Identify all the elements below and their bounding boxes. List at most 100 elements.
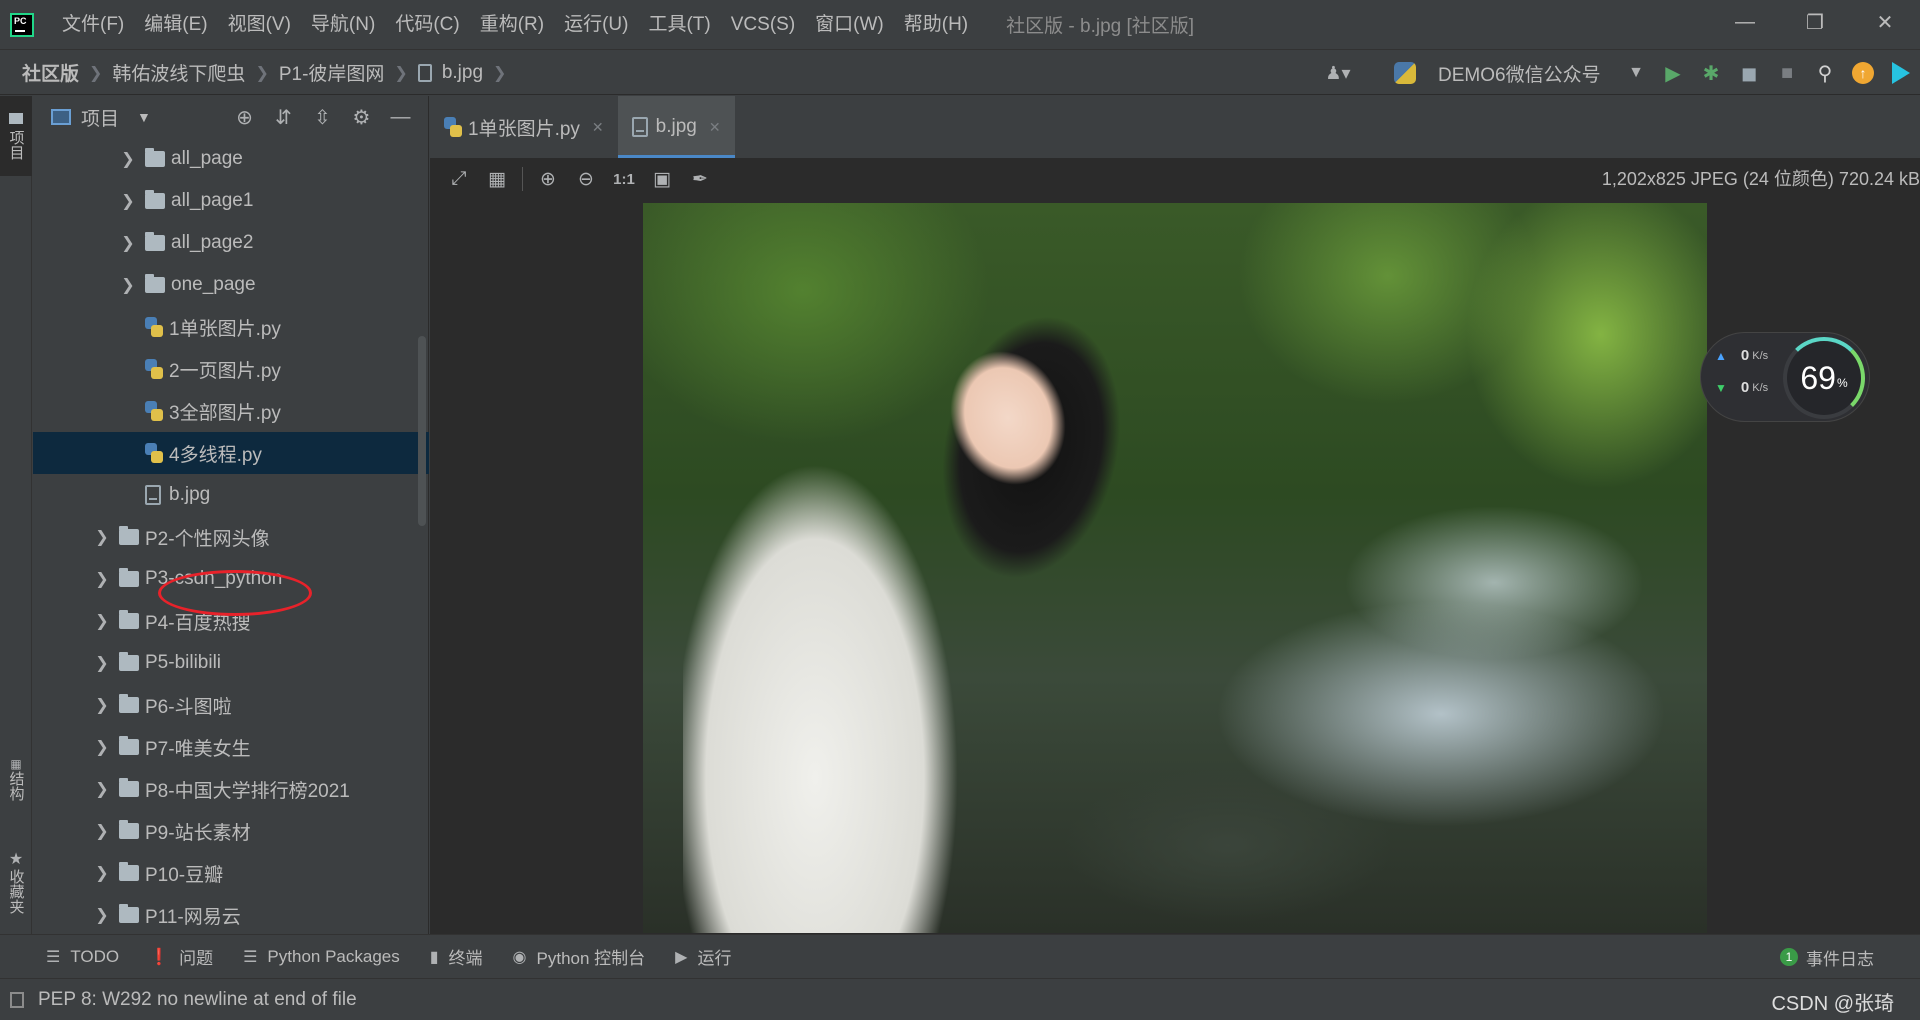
chevron-right-icon[interactable]: ❯ [95,695,109,715]
expand-all-button[interactable]: ⇵ [264,105,303,130]
python-packages-tool-button[interactable]: ☰ Python Packages [243,947,400,967]
zoom-out-button[interactable]: ⊖ [567,168,605,191]
locate-file-button[interactable]: ⊕ [225,105,264,130]
tree-folder-p8[interactable]: ❯ P8-中国大学排行榜2021 [33,768,429,810]
terminal-tool-button[interactable]: ▮ 终端 [430,944,483,969]
stop-button[interactable]: ■ [1768,54,1806,92]
tree-file-b-jpg[interactable]: b.jpg [33,474,429,516]
tree-folder-one-page[interactable]: ❯ one_page [33,264,429,306]
close-icon[interactable]: ✕ [592,119,604,136]
minimize-button[interactable]: — [1710,0,1780,44]
status-message[interactable]: PEP 8: W292 no newline at end of file [38,989,357,1011]
toggle-tool-windows-icon[interactable] [10,991,24,1008]
tree-folder-p7[interactable]: ❯ P7-唯美女生 [33,726,429,768]
jetbrains-toolbox-button[interactable] [1882,54,1920,92]
navigation-bar: 社区版 ❯ 韩佑波线下爬虫 ❯ P1-彼岸图网 ❯ b.jpg ❯ ♟▾ DEM… [0,51,1920,95]
minimize-icon: — [1735,10,1755,33]
tree-folder-p5[interactable]: ❯ P5-bilibili [33,642,429,684]
network-speed-widget[interactable]: ▲ 0 K/s ▼ 0 K/s 69 % [1700,332,1870,422]
toggle-grid-button[interactable]: ▦ [478,168,516,191]
menu-help[interactable]: 帮助(H) [894,0,978,50]
chevron-right-icon[interactable]: ❯ [95,821,109,841]
folder-icon [119,862,139,881]
upload-speed: ▲ 0 K/s [1715,347,1768,364]
fit-zoom-button[interactable]: ▣ [643,168,681,191]
tree-file-3[interactable]: 3全部图片.py [33,390,429,432]
chevron-right-icon[interactable]: ❯ [121,191,135,211]
chevron-right-icon[interactable]: ❯ [121,275,135,295]
panel-settings-button[interactable]: ⚙ [342,105,381,130]
tree-folder-all-page[interactable]: ❯ all_page [33,138,429,180]
caret-down-icon[interactable]: ▼ [137,109,151,125]
menu-window[interactable]: 窗口(W) [805,0,894,50]
usage-gauge: 69 % [1783,337,1865,419]
menu-vcs[interactable]: VCS(S) [721,0,805,50]
search-everywhere-button[interactable]: ⚲ [1806,54,1844,92]
tree-file-2[interactable]: 2一页图片.py [33,348,429,390]
menu-run[interactable]: 运行(U) [554,0,638,50]
menu-edit[interactable]: 编辑(E) [134,0,217,50]
collapse-all-button[interactable]: ⇳ [303,105,342,130]
tree-folder-p6[interactable]: ❯ P6-斗图啦 [33,684,429,726]
chevron-right-icon[interactable]: ❯ [95,569,109,589]
menu-code[interactable]: 代码(C) [385,0,469,50]
menu-navigate[interactable]: 导航(N) [301,0,385,50]
menu-file[interactable]: 文件(F) [52,0,134,50]
tree-folder-p10[interactable]: ❯ P10-豆瓣 [33,852,429,894]
chevron-right-icon[interactable]: ❯ [95,863,109,883]
chevron-right-icon[interactable]: ❯ [95,905,109,925]
breadcrumb-project[interactable]: 社区版 [22,59,79,86]
coverage-button[interactable]: ◼ [1730,54,1768,92]
hide-panel-button[interactable]: — [381,106,420,129]
tree-folder-p9[interactable]: ❯ P9-站长素材 [33,810,429,852]
restore-button[interactable]: ❐ [1780,0,1850,44]
breadcrumb-folder[interactable]: 韩佑波线下爬虫 [112,59,245,86]
run-button[interactable]: ▶ [1654,54,1692,92]
run-tool-button[interactable]: ▶ 运行 [675,944,731,969]
tree-file-1[interactable]: 1单张图片.py [33,306,429,348]
debug-button[interactable]: ✱ [1692,54,1730,92]
account-button[interactable]: ♟▾ [1318,58,1358,88]
menu-tools[interactable]: 工具(T) [638,0,720,50]
tree-folder-all-page1[interactable]: ❯ all_page1 [33,180,429,222]
chevron-right-icon[interactable]: ❯ [95,653,109,673]
fit-to-window-button[interactable]: ⤢ [440,168,478,190]
chevron-right-icon[interactable]: ❯ [95,611,109,631]
chevron-right-icon[interactable]: ❯ [121,149,135,169]
tab-b-jpg[interactable]: b.jpg ✕ [617,96,735,158]
chevron-right-icon[interactable]: ❯ [95,527,109,547]
project-tool-tab[interactable]: 项目 [0,96,32,176]
structure-tool-tab[interactable]: ▦ 结构 [0,744,32,814]
tab-1-single-image[interactable]: 1单张图片.py ✕ [430,96,618,158]
zoom-in-button[interactable]: ⊕ [529,168,567,191]
chevron-right-icon[interactable]: ❯ [95,779,109,799]
download-speed: ▼ 0 K/s [1715,379,1768,396]
project-panel-title[interactable]: 项目 [81,104,119,131]
event-log-button[interactable]: 1 事件日志 [1780,935,1874,979]
layers-icon: ☰ [243,948,258,966]
run-configuration-select[interactable]: DEMO6微信公众号 ▼ [1384,56,1654,90]
actual-size-button[interactable]: 1:1 [605,171,643,188]
chevron-right-icon: ❯ [394,64,408,82]
breadcrumb-file[interactable]: b.jpg [442,62,483,84]
chevron-right-icon[interactable]: ❯ [95,737,109,757]
close-window-button[interactable]: ✕ [1850,0,1920,44]
breadcrumb-subfolder[interactable]: P1-彼岸图网 [279,59,385,86]
updates-button[interactable]: ↑ [1844,54,1882,92]
zoom-out-icon: ⊖ [578,168,594,190]
color-picker-button[interactable]: ✒ [681,168,719,191]
todo-tool-button[interactable]: ☰ TODO [46,947,119,967]
chevron-right-icon[interactable]: ❯ [121,233,135,253]
close-icon[interactable]: ✕ [709,119,721,136]
tree-folder-all-page2[interactable]: ❯ all_page2 [33,222,429,264]
toolbar-divider [522,167,523,191]
project-tree-scrollbar[interactable] [418,336,426,526]
python-console-tool-button[interactable]: ◉ Python 控制台 [513,944,646,969]
menu-view[interactable]: 视图(V) [218,0,301,50]
tree-folder-p2[interactable]: ❯ P2-个性网头像 [33,516,429,558]
menu-refactor[interactable]: 重构(R) [470,0,554,50]
tree-file-4[interactable]: 4多线程.py [33,432,429,474]
tree-folder-p11[interactable]: ❯ P11-网易云 [33,894,429,936]
favorites-tool-tab[interactable]: ★ 收藏夹 [0,836,32,926]
problems-tool-button[interactable]: ❗ 问题 [149,944,213,969]
